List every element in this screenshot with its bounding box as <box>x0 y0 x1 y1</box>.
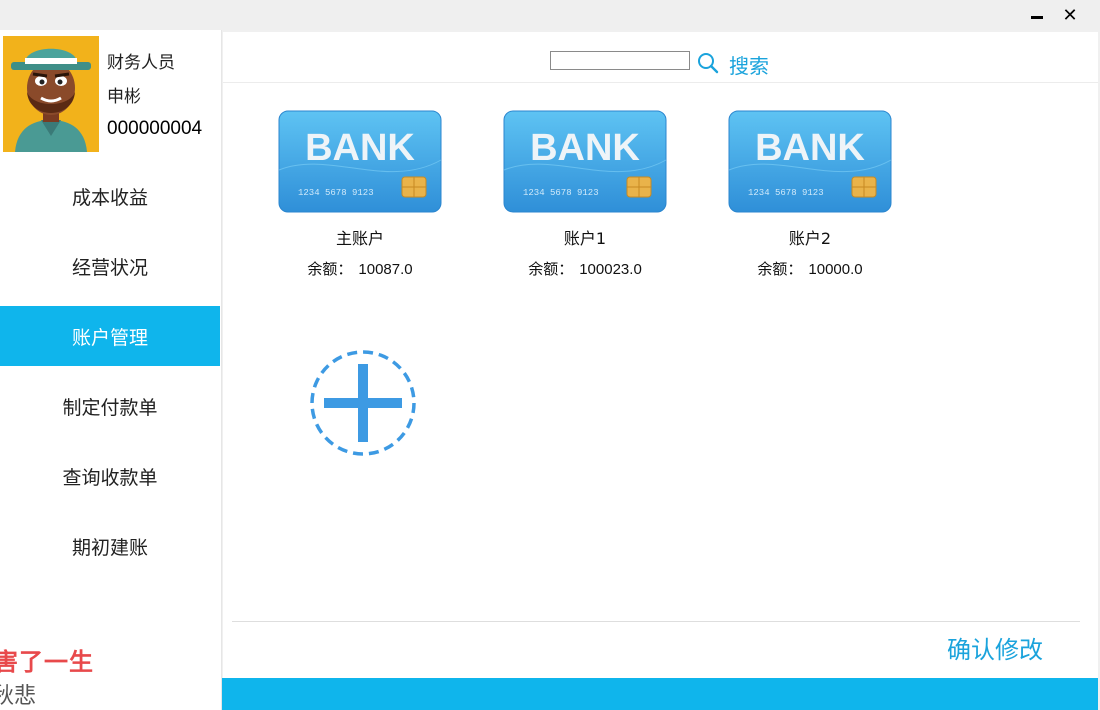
balance-label: 余额： <box>757 260 803 278</box>
sidebar-item-initial-setup[interactable]: 期初建账 <box>0 516 220 576</box>
sidebar: 财务人员 申彬 000000004 成本收益 经营状况 账户管理 制定付款单 查… <box>0 30 222 710</box>
sidebar-item-query-receipt[interactable]: 查询收款单 <box>0 446 220 506</box>
balance-value: 100023.0 <box>579 261 642 278</box>
user-role: 财务人员 <box>107 53 175 73</box>
avatar-image <box>3 36 99 152</box>
search-bar: 搜索 <box>223 32 1098 83</box>
confirm-edit-button[interactable]: 确认修改 <box>947 630 1043 665</box>
account-name: 主账户 <box>335 229 384 248</box>
sidebar-item-cost-income[interactable]: 成本收益 <box>0 166 220 226</box>
card-brand-text: BANK <box>755 127 865 169</box>
account-balance: 余额： 100023.0 <box>497 258 673 279</box>
bank-card-icon: BANK 1234 5678 9123 <box>728 110 892 213</box>
title-bar: ✕ <box>0 0 1100 30</box>
card-brand-text: BANK <box>530 127 640 169</box>
account-card-main[interactable]: BANK 1234 5678 9123 主账户 余额： 10087.0 <box>272 110 448 279</box>
add-account-button[interactable] <box>308 348 418 458</box>
balance-label: 余额： <box>528 260 574 278</box>
account-balance: 余额： 10087.0 <box>272 258 448 279</box>
bottom-bar <box>222 678 1098 710</box>
user-id: 000000004 <box>107 118 203 139</box>
account-card-1[interactable]: BANK 1234 5678 9123 账户1 余额： 100023.0 <box>497 110 673 279</box>
card-number-text: 1234 5678 9123 <box>298 188 374 198</box>
account-balance: 余额： 10000.0 <box>722 258 898 279</box>
balance-value: 10000.0 <box>808 261 863 278</box>
minimize-button[interactable] <box>1025 4 1049 26</box>
card-number-text: 1234 5678 9123 <box>523 188 599 198</box>
close-button[interactable]: ✕ <box>1058 4 1082 26</box>
search-input[interactable] <box>550 51 690 70</box>
bank-card-icon: BANK 1234 5678 9123 <box>278 110 442 213</box>
user-name: 申彬 <box>107 87 141 107</box>
account-card-2[interactable]: BANK 1234 5678 9123 账户2 余额： 10000.0 <box>722 110 898 279</box>
card-brand-text: BANK <box>305 127 415 169</box>
marquee-text-1: 害了一生 <box>0 648 94 676</box>
search-button[interactable]: 搜索 <box>729 50 769 79</box>
close-icon: ✕ <box>1062 4 1078 26</box>
main-panel: 搜索 BANK 1234 5678 9123 主账户 余额： 10087.0 B… <box>223 32 1098 678</box>
balance-label: 余额： <box>307 260 353 278</box>
sidebar-item-operation-status[interactable]: 经营状况 <box>0 236 220 296</box>
bank-card-icon: BANK 1234 5678 9123 <box>503 110 667 213</box>
balance-value: 10087.0 <box>358 261 413 278</box>
minimize-icon <box>1031 15 1043 19</box>
divider <box>232 621 1080 622</box>
user-profile: 财务人员 申彬 000000004 <box>3 36 218 154</box>
marquee-text-2: 秋悲 <box>0 684 37 709</box>
account-name: 账户1 <box>563 229 607 248</box>
sidebar-item-create-payment[interactable]: 制定付款单 <box>0 376 220 436</box>
sidebar-item-account-management[interactable]: 账户管理 <box>0 306 220 366</box>
search-icon[interactable] <box>697 52 719 74</box>
card-number-text: 1234 5678 9123 <box>748 188 824 198</box>
avatar <box>3 36 99 152</box>
sidebar-menu: 成本收益 经营状况 账户管理 制定付款单 查询收款单 期初建账 <box>0 166 220 586</box>
account-name: 账户2 <box>788 229 832 248</box>
